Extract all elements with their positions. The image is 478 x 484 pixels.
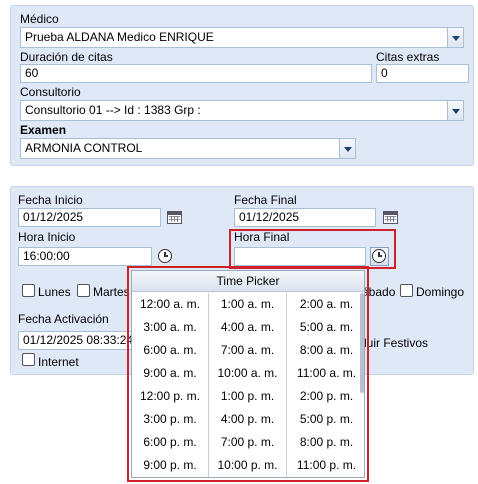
- chevron-down-icon[interactable]: [447, 28, 463, 47]
- fecha-inicio-label: Fecha Inicio: [18, 193, 83, 207]
- examen-value: ARMONIA CONTROL: [25, 141, 143, 155]
- lunes-label: Lunes: [38, 285, 71, 299]
- chevron-down-icon[interactable]: [339, 139, 355, 158]
- internet-label: Internet: [38, 355, 79, 369]
- hora-final-highlight: [229, 229, 396, 269]
- calendar-icon[interactable]: [383, 211, 398, 224]
- hora-inicio-label: Hora Inicio: [18, 230, 76, 244]
- citas-extras-input[interactable]: 0: [376, 64, 469, 83]
- medico-value: Prueba ALDANA Medico ENRIQUE: [25, 30, 214, 44]
- clock-icon[interactable]: [158, 249, 172, 263]
- fecha-final-input[interactable]: 01/12/2025: [234, 208, 376, 227]
- hora-inicio-input[interactable]: 16:00:00: [18, 247, 152, 266]
- internet-checkbox[interactable]: [22, 353, 35, 366]
- medico-select[interactable]: Prueba ALDANA Medico ENRIQUE: [20, 27, 464, 48]
- martes-checkbox[interactable]: [77, 284, 90, 297]
- martes-label: Martes: [93, 285, 130, 299]
- consultorio-select[interactable]: Consultorio 01 --> Id : 1383 Grp :: [20, 100, 464, 121]
- consultorio-label: Consultorio: [20, 85, 81, 99]
- fecha-final-label: Fecha Final: [234, 193, 297, 207]
- fecha-inicio-input[interactable]: 01/12/2025: [18, 208, 161, 227]
- calendar-icon[interactable]: [167, 211, 182, 224]
- lunes-checkbox[interactable]: [22, 284, 35, 297]
- examen-label: Examen: [20, 123, 67, 137]
- fecha-activacion-input[interactable]: 01/12/2025 08:33:24: [18, 331, 132, 350]
- time-picker-highlight: [127, 266, 369, 482]
- examen-select[interactable]: ARMONIA CONTROL: [20, 138, 356, 159]
- duracion-label: Duración de citas: [20, 50, 113, 64]
- domingo-checkbox[interactable]: [400, 284, 413, 297]
- medico-label: Médico: [20, 12, 59, 26]
- consultorio-value: Consultorio 01 --> Id : 1383 Grp :: [25, 103, 201, 117]
- chevron-down-icon[interactable]: [447, 101, 463, 120]
- festivos-label: luir Festivos: [364, 336, 429, 350]
- fecha-activacion-label: Fecha Activación: [18, 312, 109, 326]
- domingo-label: Domingo: [416, 285, 465, 299]
- duracion-input[interactable]: 60: [20, 64, 372, 83]
- citas-extras-label: Citas extras: [376, 50, 440, 64]
